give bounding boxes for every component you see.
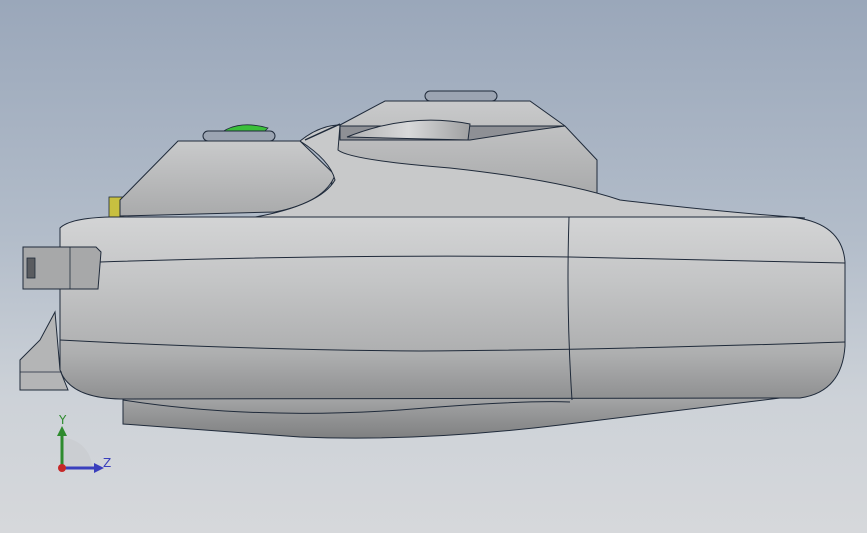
x-axis-dot — [58, 464, 66, 472]
triad-quadrant — [62, 438, 92, 468]
z-axis-label: Z — [103, 456, 112, 470]
model-viewport[interactable] — [0, 0, 867, 533]
connector-slot — [26, 257, 36, 279]
y-axis-arrowhead — [57, 426, 67, 436]
controller-main-body — [59, 216, 846, 400]
y-axis-label: Y — [59, 413, 67, 427]
rear-top-button[interactable] — [424, 90, 498, 102]
front-top-button[interactable] — [202, 130, 276, 142]
controller-bottom-shell — [122, 397, 781, 439]
